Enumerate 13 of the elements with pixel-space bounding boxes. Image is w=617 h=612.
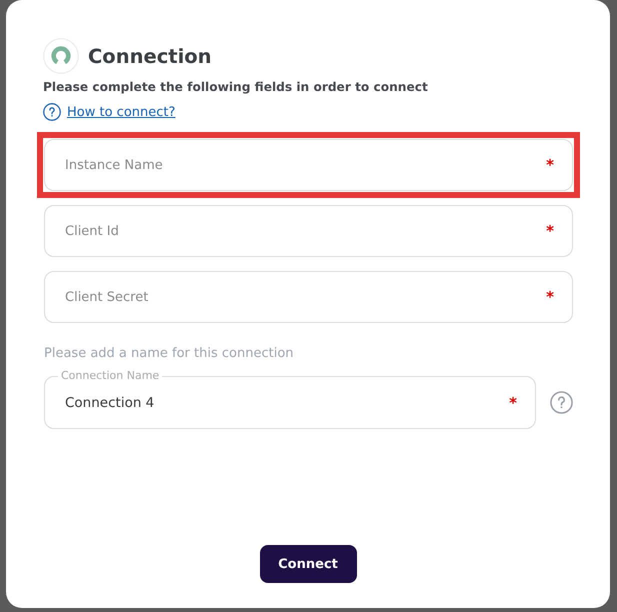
help-icon <box>43 103 61 121</box>
field-label: Connection Name <box>58 369 162 382</box>
help-link[interactable]: How to connect? <box>67 104 176 120</box>
name-hint: Please add a name for this connection <box>44 346 295 362</box>
required-mark: * <box>509 394 517 412</box>
required-mark: * <box>546 222 554 240</box>
help-icon[interactable] <box>550 391 573 414</box>
required-mark: * <box>546 156 554 174</box>
dialog-title: Connection <box>88 44 212 68</box>
instructions-text: Please complete the following fields in order to connect <box>43 79 429 95</box>
connect-button[interactable]: Connect <box>260 545 356 583</box>
ring-logo-icon <box>43 38 79 74</box>
required-mark: * <box>546 288 554 306</box>
